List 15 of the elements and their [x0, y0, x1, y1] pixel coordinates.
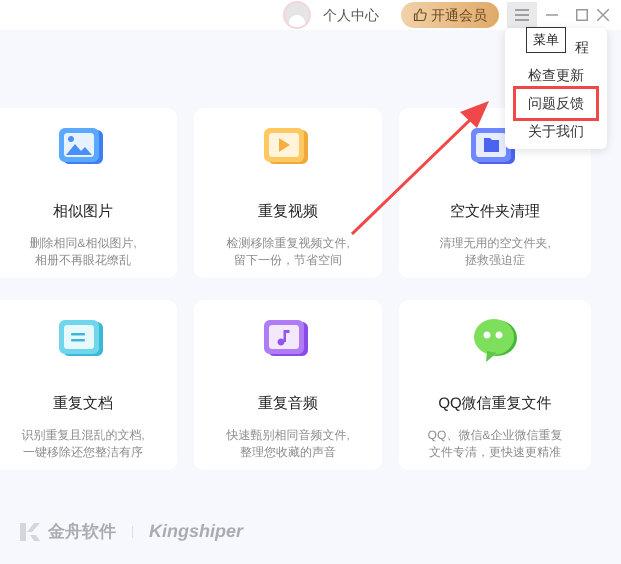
card-title: 重复视频	[258, 202, 318, 222]
card-description: 清理无用的空文件夹, 拯救强迫症	[439, 234, 551, 268]
card-description: 检测移除重复视频文件, 留下一份，节省空间	[226, 234, 350, 268]
brand-name: 金舟软件	[48, 520, 116, 543]
card-description: QQ、微信&企业微信重复 文件专清，更快速更精准	[428, 426, 562, 460]
card-title: 相似图片	[53, 202, 113, 222]
brand-wordmark: Kingshiper	[149, 520, 244, 543]
tooltip: 菜单	[526, 27, 566, 52]
card-description: 识别重复且混乱的文档, 一键移除还您整洁有序	[21, 426, 145, 460]
card-title: 重复音频	[258, 394, 318, 414]
card-title: 空文件夹清理	[450, 202, 540, 222]
card-description: 快速甄别相同音频文件, 整理您收藏的声音	[226, 426, 350, 460]
card-title: 重复文档	[53, 394, 113, 414]
card-title: QQ微信重复文件	[438, 394, 552, 414]
card-description: 删除相同&相似图片, 相册不再眼花缭乱	[29, 234, 137, 268]
